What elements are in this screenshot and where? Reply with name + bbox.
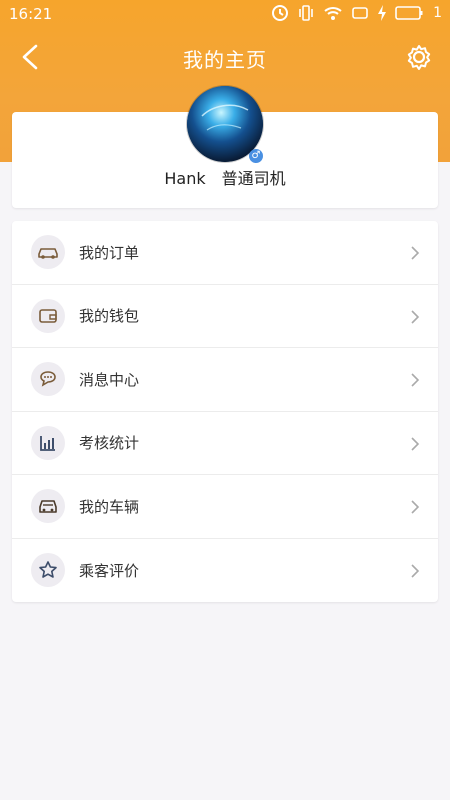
profile-role: 普通司机 — [221, 169, 286, 188]
screen-icon — [352, 7, 368, 19]
vehicle-icon — [31, 489, 65, 524]
chevron-right-icon — [411, 246, 420, 260]
menu-item-wallet[interactable]: 我的钱包 — [12, 285, 438, 348]
menu-label-wallet: 我的钱包 — [79, 307, 140, 326]
vibrate-icon — [299, 5, 313, 21]
status-bar: 16:21 1 — [0, 0, 450, 28]
gear-icon — [407, 45, 431, 70]
stats-icon — [31, 425, 65, 460]
star-icon — [31, 553, 65, 588]
chevron-right-icon — [411, 500, 420, 514]
chat-icon — [31, 362, 65, 397]
menu-item-vehicle[interactable]: 我的车辆 — [12, 475, 438, 539]
menu-item-messages[interactable]: 消息中心 — [12, 348, 438, 412]
page-title: 我的主页 — [183, 48, 267, 72]
menu-label-orders: 我的订单 — [79, 243, 140, 262]
menu-label-messages: 消息中心 — [79, 370, 140, 389]
status-time: 16:21 — [9, 5, 53, 23]
wifi-icon — [324, 7, 342, 20]
menu-label-reviews: 乘客评价 — [79, 561, 140, 580]
settings-button[interactable] — [402, 40, 436, 74]
profile-name-line: Hank 普通司机 — [0, 165, 450, 189]
car-icon — [31, 235, 65, 270]
chevron-right-icon — [411, 436, 420, 451]
menu-item-orders[interactable]: 我的订单 — [12, 221, 438, 285]
menu-list: 我的订单 我的钱包 消息中心 考核统计 我的车辆 乘客评价 — [12, 221, 438, 602]
chevron-right-icon — [411, 309, 420, 324]
battery-icon — [395, 6, 423, 20]
menu-label-vehicle: 我的车辆 — [79, 497, 140, 516]
menu-label-stats: 考核统计 — [79, 434, 140, 453]
chevron-right-icon — [411, 373, 420, 387]
chevron-right-icon — [411, 563, 420, 578]
menu-item-reviews[interactable]: 乘客评价 — [12, 539, 438, 603]
gender-badge: ♂ — [249, 149, 263, 163]
menu-item-stats[interactable]: 考核统计 — [12, 412, 438, 475]
wallet-icon — [31, 298, 65, 333]
title-bar: 我的主页 — [0, 34, 450, 78]
charging-icon — [378, 5, 387, 21]
profile-name: Hank — [164, 169, 206, 188]
alarm-icon — [272, 5, 289, 21]
status-icons: 1 — [271, 4, 442, 22]
battery-level: 1 — [433, 5, 442, 21]
